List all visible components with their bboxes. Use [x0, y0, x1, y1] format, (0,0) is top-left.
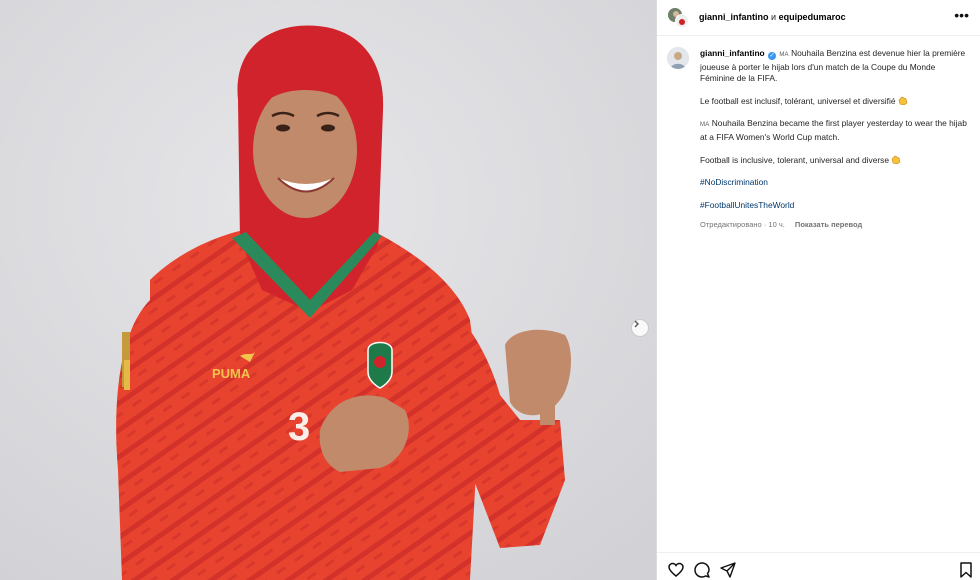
caption-meta: Отредактировано · 10 ч. Показать перевод [700, 220, 862, 229]
caption-paragraph-3: Nouhaila Benzina became the first player… [700, 118, 967, 142]
hashtag-link[interactable]: #FootballUnitesTheWorld [700, 200, 794, 212]
caption-paragraph-2: Le football est inclusif, tolérant, univ… [700, 95, 896, 106]
post-side-panel: gianni_infantino и equipedumaroc ••• gia… [656, 0, 980, 580]
carousel-next-button[interactable] [631, 319, 649, 337]
coauthor-username[interactable]: equipedumaroc [779, 12, 846, 22]
author-username[interactable]: gianni_infantino [699, 12, 769, 22]
hashtag-link[interactable]: #NoDiscrimination [700, 177, 768, 189]
chevron-right-icon [634, 320, 639, 328]
flag-emoji: MA [779, 52, 789, 58]
heart-icon[interactable] [668, 562, 684, 578]
post-header: gianni_infantino и equipedumaroc ••• [657, 0, 980, 36]
meta-separator: · [763, 220, 767, 229]
verified-badge-icon: ✓ [768, 52, 776, 60]
post-media[interactable]: PUMA 3 [0, 0, 656, 580]
post-time[interactable]: 10 ч. [768, 220, 784, 229]
post-authors: gianni_infantino и equipedumaroc [699, 12, 846, 22]
share-icon[interactable] [720, 562, 736, 578]
post-photo: PUMA 3 [0, 0, 656, 580]
flag-emoji: MA [700, 122, 710, 129]
caption-avatar[interactable] [667, 47, 689, 69]
edited-label: Отредактировано [700, 220, 762, 229]
post-caption: gianni_infantino ✓ MA Nouhaila Benzina e… [700, 48, 970, 211]
jersey-number: 3 [288, 405, 310, 449]
post-actions [657, 552, 980, 580]
clapping-hands-icon [891, 155, 901, 164]
more-horizontal-icon[interactable]: ••• [954, 7, 969, 23]
coauthor-avatar[interactable] [675, 14, 689, 28]
caption-username[interactable]: gianni_infantino [700, 48, 765, 58]
jersey-brand: PUMA [212, 366, 251, 381]
see-translation-button[interactable]: Показать перевод [795, 220, 862, 229]
clapping-hands-icon [898, 96, 908, 105]
authors-conjunction: и [771, 12, 777, 22]
bookmark-icon[interactable] [958, 562, 974, 578]
comment-icon[interactable] [694, 562, 710, 578]
caption-paragraph-4: Football is inclusive, tolerant, univers… [700, 154, 889, 165]
